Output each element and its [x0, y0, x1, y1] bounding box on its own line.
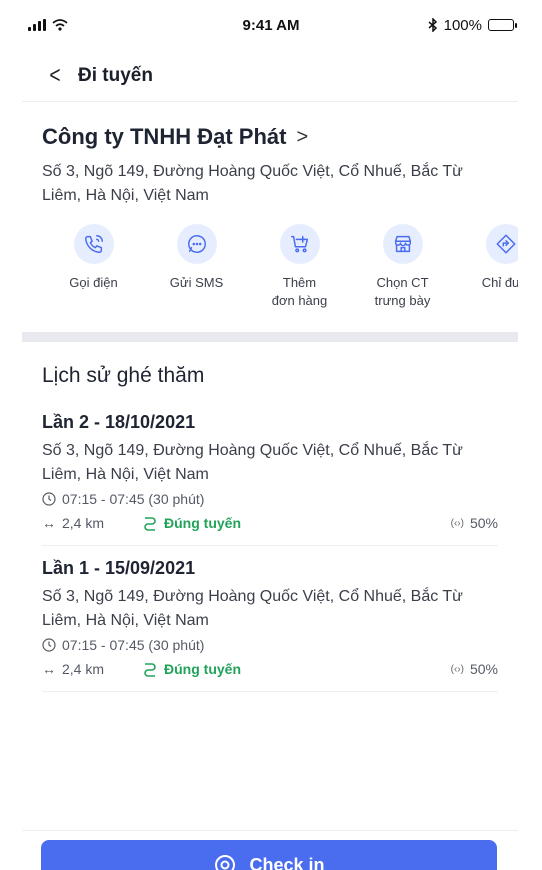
sms-label: Gửi SMS	[169, 275, 224, 290]
target-icon	[215, 855, 236, 870]
app-screen: 9:41 AM 100% < Đi tuyến Công ty TNHH Đạt…	[22, 0, 518, 870]
visit-title: Lần 1 - 15/09/2021	[42, 558, 196, 578]
signal-icon	[28, 19, 46, 31]
visit-item[interactable]: Lần 1 - 15/09/2021 Số 3, Ngõ 149, Đường …	[42, 546, 498, 692]
progress-icon: (‹›)	[450, 517, 464, 529]
percent: (‹›) 50%	[451, 661, 498, 677]
sms-icon	[176, 224, 217, 264]
route-status-label: Đúng tuyến	[164, 515, 241, 531]
route-status: Đúng tuyến	[142, 661, 241, 677]
customer-name: Công ty TNHH Đạt Phát	[42, 124, 287, 149]
history-title: Lịch sử ghé thăm	[42, 364, 205, 387]
distance-value: 2,4 km	[62, 515, 105, 531]
clock-icon	[42, 638, 56, 652]
check-in-button[interactable]: Check in	[41, 840, 497, 870]
percent-value: 50%	[469, 661, 498, 677]
arrows-horizontal-icon: ↔	[42, 515, 56, 531]
distance-value: 2,4 km	[62, 661, 105, 677]
visit-history: Lịch sử ghé thăm Lần 2 - 18/10/2021 Số 3…	[22, 342, 518, 692]
header: < Đi tuyến	[22, 50, 518, 102]
store-icon	[382, 224, 423, 264]
add-order-button[interactable]: Thêm đơn hàng	[248, 224, 351, 310]
directions-icon	[485, 224, 518, 264]
directions-button[interactable]: Chỉ đườ	[454, 224, 518, 310]
call-button[interactable]: Gọi điện	[42, 224, 145, 310]
battery-icon	[488, 19, 517, 31]
visit-address: Số 3, Ngõ 149, Đường Hoàng Quốc Việt, Cổ…	[42, 442, 463, 483]
add-order-label: Thêm đơn hàng	[271, 275, 328, 308]
visit-address: Số 3, Ngõ 149, Đường Hoàng Quốc Việt, Cổ…	[42, 588, 463, 629]
visit-time-row: 07:15 - 07:45 (30 phút)	[42, 491, 498, 507]
back-icon[interactable]: <	[49, 63, 60, 88]
check-in-label: Check in	[249, 854, 325, 870]
chevron-right-icon: >	[296, 125, 309, 148]
status-time: 9:41 AM	[242, 16, 300, 34]
call-label: Gọi điện	[69, 275, 118, 290]
select-display-button[interactable]: Chọn CT trưng bày	[351, 224, 454, 310]
status-left	[28, 19, 148, 31]
section-divider	[22, 332, 518, 342]
route-icon	[144, 517, 156, 531]
visit-title: Lần 2 - 18/10/2021	[42, 412, 196, 432]
visit-meta: ↔ 2,4 km Đúng tuyến (‹›) 50%	[42, 661, 498, 677]
status-bar: 9:41 AM 100%	[22, 0, 518, 50]
visit-time: 07:15 - 07:45 (30 phút)	[62, 491, 205, 507]
battery-percent: 100%	[443, 16, 482, 34]
clock-icon	[42, 492, 56, 506]
visit-time-row: 07:15 - 07:45 (30 phút)	[42, 637, 498, 653]
visit-item[interactable]: Lần 2 - 18/10/2021 Số 3, Ngõ 149, Đường …	[42, 388, 498, 546]
wifi-icon	[52, 19, 68, 31]
sms-button[interactable]: Gửi SMS	[145, 224, 248, 310]
bluetooth-icon	[428, 18, 437, 32]
arrows-horizontal-icon: ↔	[42, 661, 56, 677]
visit-meta: ↔ 2,4 km Đúng tuyến (‹›) 50%	[42, 515, 498, 531]
action-bar: Gọi điện Gửi SMS Thêm đơn hàng Chọn CT t…	[42, 224, 518, 310]
visit-time: 07:15 - 07:45 (30 phút)	[62, 637, 205, 653]
page-title: Đi tuyến	[78, 64, 153, 86]
cart-add-icon	[279, 224, 320, 264]
customer-name-link[interactable]: Công ty TNHH Đạt Phát >	[42, 124, 500, 150]
progress-icon: (‹›)	[450, 663, 464, 675]
directions-label: Chỉ đườ	[481, 275, 518, 290]
percent: (‹›) 50%	[451, 515, 498, 531]
customer-card: Công ty TNHH Đạt Phát > Số 3, Ngõ 149, Đ…	[22, 102, 518, 310]
route-status: Đúng tuyến	[142, 515, 241, 531]
distance: ↔ 2,4 km	[42, 515, 142, 531]
customer-address: Số 3, Ngõ 149, Đường Hoàng Quốc Việt, Cổ…	[42, 163, 463, 204]
distance: ↔ 2,4 km	[42, 661, 142, 677]
status-right: 100%	[394, 16, 517, 34]
percent-value: 50%	[469, 515, 498, 531]
route-status-label: Đúng tuyến	[164, 661, 241, 677]
route-icon	[144, 663, 156, 677]
phone-icon	[73, 224, 114, 264]
select-display-label: Chọn CT trưng bày	[374, 275, 431, 308]
